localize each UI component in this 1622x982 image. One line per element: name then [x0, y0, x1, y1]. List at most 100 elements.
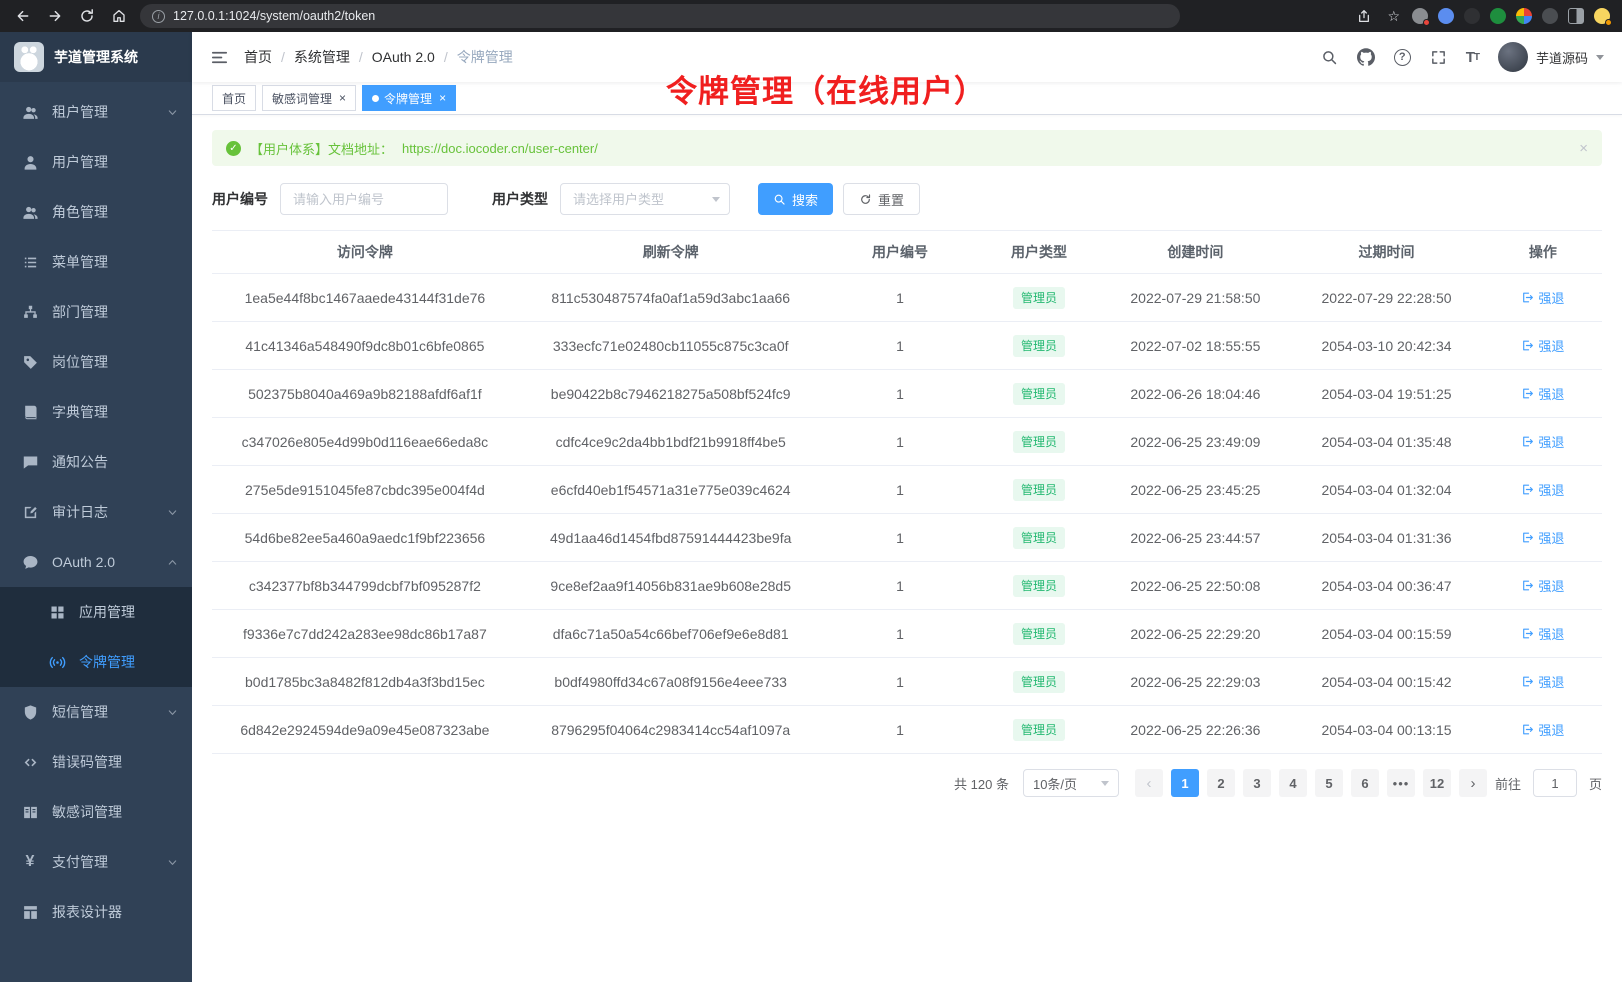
pagination-page-button[interactable]: 5: [1315, 769, 1343, 797]
pagination-page-button[interactable]: 6: [1351, 769, 1379, 797]
help-icon[interactable]: ?: [1394, 49, 1411, 66]
sidebar-item-sms[interactable]: 短信管理: [0, 687, 192, 737]
pagination-page-button[interactable]: 3: [1243, 769, 1271, 797]
force-logout-button[interactable]: 强退: [1521, 720, 1564, 739]
pagination-page-button[interactable]: 12: [1423, 769, 1451, 797]
breadcrumb-item[interactable]: 首页: [244, 47, 272, 67]
force-logout-button[interactable]: 强退: [1521, 288, 1564, 307]
extension-paw-icon[interactable]: [1542, 8, 1558, 24]
sidebar-item-pay[interactable]: ¥支付管理: [0, 837, 192, 887]
force-logout-button[interactable]: 强退: [1521, 480, 1564, 499]
extension-green-icon[interactable]: [1490, 8, 1506, 24]
sidebar-item-role[interactable]: 角色管理: [0, 187, 192, 237]
force-logout-button[interactable]: 强退: [1521, 576, 1564, 595]
browser-back-icon[interactable]: [12, 5, 34, 27]
sidebar-item-dict[interactable]: 字典管理: [0, 387, 192, 437]
create-time-cell: 2022-06-25 23:49:09: [1102, 418, 1290, 466]
github-icon[interactable]: [1357, 48, 1375, 66]
reset-button[interactable]: 重置: [843, 183, 920, 215]
errcode-icon: [21, 754, 39, 771]
user-id-input[interactable]: [280, 183, 448, 215]
user-type-select[interactable]: [560, 183, 730, 215]
tab-close-icon[interactable]: ×: [439, 91, 446, 105]
refresh-token-cell: be90422b8c7946218275a508bf524fc9: [518, 370, 824, 418]
user-type-select-input[interactable]: [560, 183, 730, 215]
force-logout-button[interactable]: 强退: [1521, 624, 1564, 643]
goto-page-input[interactable]: [1533, 769, 1577, 797]
access-token-cell: c347026e805e4d99b0d116eae66eda8c: [212, 418, 518, 466]
sidebar-item-notice[interactable]: 通知公告: [0, 437, 192, 487]
reading-sidebar-icon[interactable]: [1568, 8, 1584, 24]
alert-close-icon[interactable]: ×: [1579, 140, 1588, 157]
breadcrumb-item[interactable]: 系统管理: [294, 47, 350, 67]
sidebar-item-oauth[interactable]: OAuth 2.0: [0, 537, 192, 587]
sidebar-item-dept[interactable]: 部门管理: [0, 287, 192, 337]
token-table: 访问令牌刷新令牌用户编号用户类型创建时间过期时间操作 1ea5e44f8bc14…: [212, 230, 1602, 754]
force-logout-button[interactable]: 强退: [1521, 432, 1564, 451]
pagination-page-button[interactable]: 1: [1171, 769, 1199, 797]
action-cell: 强退: [1484, 274, 1602, 322]
user-type-cell: 管理员: [976, 562, 1101, 610]
sidebar: 芋道管理系统 租户管理用户管理角色管理菜单管理部门管理岗位管理字典管理通知公告审…: [0, 32, 192, 982]
sidebar-item-user[interactable]: 用户管理: [0, 137, 192, 187]
user-type-badge: 管理员: [1013, 623, 1065, 645]
sidebar-item-audit[interactable]: 审计日志: [0, 487, 192, 537]
browser-forward-icon[interactable]: [44, 5, 66, 27]
user-id-cell: 1: [824, 418, 977, 466]
sidebar-item-sensitive[interactable]: 敏感词管理: [0, 787, 192, 837]
sidebar-item-label: 通知公告: [52, 452, 108, 472]
fullscreen-icon[interactable]: [1430, 49, 1447, 66]
tab-close-icon[interactable]: ×: [339, 91, 346, 105]
force-logout-button[interactable]: 强退: [1521, 528, 1564, 547]
force-logout-button[interactable]: 强退: [1521, 672, 1564, 691]
profile-avatar-icon[interactable]: [1594, 8, 1610, 24]
doc-link[interactable]: https://doc.iocoder.cn/user-center/: [402, 141, 598, 156]
user-id-cell: 1: [824, 514, 977, 562]
chevron-down-icon: [167, 857, 178, 868]
address-bar[interactable]: i 127.0.0.1:1024/system/oauth2/token: [140, 4, 1180, 28]
sidebar-item-tenant[interactable]: 租户管理: [0, 87, 192, 137]
pagination-next-button[interactable]: ›: [1459, 769, 1487, 797]
action-cell: 强退: [1484, 706, 1602, 754]
bookmark-star-icon[interactable]: ☆: [1387, 8, 1400, 25]
create-time-cell: 2022-06-25 22:29:20: [1102, 610, 1290, 658]
app-logo[interactable]: 芋道管理系统: [0, 32, 192, 82]
tab-token[interactable]: 令牌管理×: [362, 85, 456, 111]
user-id-cell: 1: [824, 706, 977, 754]
breadcrumb-item[interactable]: OAuth 2.0: [372, 49, 435, 65]
sidebar-item-oauth-app[interactable]: 应用管理: [0, 587, 192, 637]
pagination-prev-button[interactable]: ‹: [1135, 769, 1163, 797]
column-header: 创建时间: [1102, 231, 1290, 274]
force-logout-button[interactable]: 强退: [1521, 384, 1564, 403]
browser-reload-icon[interactable]: [76, 5, 98, 27]
extension-pin-icon[interactable]: [1412, 8, 1428, 24]
font-size-icon[interactable]: TT: [1466, 49, 1479, 66]
sidebar-item-label: 报表设计器: [52, 902, 122, 922]
sidebar-item-post[interactable]: 岗位管理: [0, 337, 192, 387]
column-header: 操作: [1484, 231, 1602, 274]
force-logout-button[interactable]: 强退: [1521, 336, 1564, 355]
user-dropdown[interactable]: 芋道源码: [1498, 42, 1604, 72]
goto-label: 前往: [1495, 774, 1521, 793]
filter-form: 用户编号 用户类型 搜索 重置: [212, 183, 1602, 215]
extension-pinwheel-icon[interactable]: [1516, 8, 1532, 24]
page-size-select[interactable]: 10条/页: [1023, 769, 1119, 797]
search-icon[interactable]: [1321, 49, 1338, 66]
tab-home[interactable]: 首页: [212, 85, 256, 111]
sidebar-item-oauth-token[interactable]: 令牌管理: [0, 637, 192, 687]
sidebar-item-report[interactable]: 报表设计器: [0, 887, 192, 937]
pagination-more-button[interactable]: •••: [1387, 769, 1415, 797]
sidebar-item-errcode[interactable]: 错误码管理: [0, 737, 192, 787]
share-icon[interactable]: [1353, 5, 1375, 27]
browser-home-icon[interactable]: [108, 5, 130, 27]
extension-blue-icon[interactable]: [1438, 8, 1454, 24]
pagination-page-button[interactable]: 4: [1279, 769, 1307, 797]
extension-dark-icon[interactable]: [1464, 8, 1480, 24]
pay-icon: ¥: [21, 854, 39, 870]
sidebar-item-menu[interactable]: 菜单管理: [0, 237, 192, 287]
tab-sensitive-word[interactable]: 敏感词管理×: [262, 85, 356, 111]
search-button[interactable]: 搜索: [758, 183, 833, 215]
pagination-page-button[interactable]: 2: [1207, 769, 1235, 797]
site-info-icon[interactable]: i: [152, 10, 165, 23]
sidebar-collapse-icon[interactable]: [210, 48, 229, 67]
